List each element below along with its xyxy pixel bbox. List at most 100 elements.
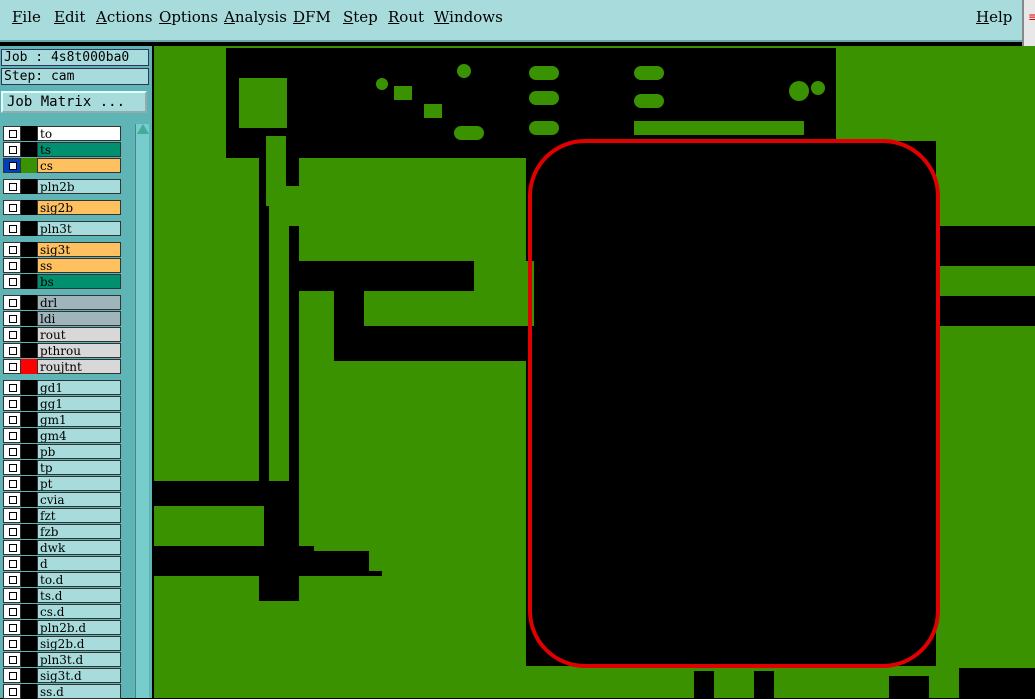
layer-name[interactable]: pln3t [37,221,121,236]
layer-checkbox[interactable] [3,412,21,427]
layer-checkbox[interactable] [3,311,21,326]
menu-rout[interactable]: Rout [388,8,424,26]
layer-name[interactable]: to [37,126,121,141]
layer-row[interactable]: to [3,126,121,141]
layer-checkbox[interactable] [3,343,21,358]
layer-checkbox[interactable] [3,668,21,683]
layer-row[interactable]: d [3,556,121,571]
layer-color-swatch[interactable] [21,274,37,289]
layer-row[interactable]: sig2b [3,200,121,215]
layer-name[interactable]: gm1 [37,412,121,427]
layer-row[interactable]: gm4 [3,428,121,443]
layer-row[interactable]: to.d [3,572,121,587]
layer-checkbox[interactable] [3,492,21,507]
menu-file[interactable]: File [12,8,41,26]
layer-name[interactable]: gg1 [37,396,121,411]
layer-color-swatch[interactable] [21,524,37,539]
layer-name[interactable]: fzb [37,524,121,539]
layer-color-swatch[interactable] [21,572,37,587]
layer-name[interactable]: ss.d [37,684,121,699]
layer-name[interactable]: gd1 [37,380,121,395]
layer-color-swatch[interactable] [21,327,37,342]
layer-checkbox[interactable] [3,327,21,342]
layer-color-swatch[interactable] [21,540,37,555]
layer-color-swatch[interactable] [21,508,37,523]
layer-checkbox[interactable] [3,142,21,157]
layer-color-swatch[interactable] [21,295,37,310]
layer-name[interactable]: d [37,556,121,571]
layer-checkbox[interactable] [3,540,21,555]
layer-checkbox[interactable] [3,359,21,374]
layer-color-swatch[interactable] [21,444,37,459]
layer-name[interactable]: ss [37,258,121,273]
layer-checkbox[interactable] [3,295,21,310]
layer-name[interactable]: bs [37,274,121,289]
layer-color-swatch[interactable] [21,142,37,157]
layer-row[interactable]: drl [3,295,121,310]
layer-row[interactable]: ss [3,258,121,273]
layer-row[interactable]: pln2b.d [3,620,121,635]
layer-name[interactable]: ts.d [37,588,121,603]
layer-color-swatch[interactable] [21,126,37,141]
layer-checkbox[interactable] [3,428,21,443]
layer-name[interactable]: pt [37,476,121,491]
menu-edit[interactable]: Edit [54,8,85,26]
layer-name[interactable]: pln3t.d [37,652,121,667]
layer-color-swatch[interactable] [21,588,37,603]
layer-row[interactable]: cs [3,158,121,173]
layer-row[interactable]: gd1 [3,380,121,395]
layer-name[interactable]: ldi [37,311,121,326]
layer-checkbox[interactable] [3,242,21,257]
layer-name[interactable]: ts [37,142,121,157]
layer-color-swatch[interactable] [21,556,37,571]
layer-name[interactable]: pln2b [37,179,121,194]
layer-color-swatch[interactable] [21,620,37,635]
layer-checkbox[interactable] [3,556,21,571]
layer-color-swatch[interactable] [21,200,37,215]
menu-windows[interactable]: Windows [434,8,503,26]
layer-row[interactable]: fzt [3,508,121,523]
layer-name[interactable]: sig3t.d [37,668,121,683]
layer-row[interactable]: gm1 [3,412,121,427]
layer-checkbox[interactable] [3,396,21,411]
layer-row[interactable]: ldi [3,311,121,326]
layer-name[interactable]: pln2b.d [37,620,121,635]
layer-checkbox[interactable] [3,200,21,215]
layer-row[interactable]: dwk [3,540,121,555]
layer-row[interactable]: roujtnt [3,359,121,374]
layer-checkbox[interactable] [3,572,21,587]
layer-list-scrollbar[interactable] [135,124,149,698]
layer-row[interactable]: ts.d [3,588,121,603]
layer-color-swatch[interactable] [21,396,37,411]
layer-name[interactable]: sig3t [37,242,121,257]
layer-checkbox[interactable] [3,588,21,603]
layer-row[interactable]: pln3t.d [3,652,121,667]
layer-name[interactable]: gm4 [37,428,121,443]
layer-row[interactable]: sig3t [3,242,121,257]
menu-help[interactable]: Help [976,8,1012,26]
layer-checkbox[interactable] [3,636,21,651]
layer-name[interactable]: sig2b [37,200,121,215]
layer-row[interactable]: pb [3,444,121,459]
layer-checkbox[interactable] [3,508,21,523]
layer-checkbox[interactable] [3,684,21,699]
layer-name[interactable]: dwk [37,540,121,555]
layer-name[interactable]: cvia [37,492,121,507]
layer-row[interactable]: gg1 [3,396,121,411]
layer-checkbox[interactable] [3,179,21,194]
layer-row[interactable]: ss.d [3,684,121,699]
layer-checkbox[interactable] [3,460,21,475]
layer-checkbox[interactable] [3,444,21,459]
layer-row[interactable]: rout [3,327,121,342]
layer-row[interactable]: pln3t [3,221,121,236]
layer-row[interactable]: fzb [3,524,121,539]
layer-color-swatch[interactable] [21,221,37,236]
layer-row[interactable]: sig3t.d [3,668,121,683]
layer-checkbox[interactable] [3,476,21,491]
layer-color-swatch[interactable] [21,684,37,699]
layer-color-swatch[interactable] [21,412,37,427]
layer-color-swatch[interactable] [21,652,37,667]
layer-color-swatch[interactable] [21,380,37,395]
layer-name[interactable]: tp [37,460,121,475]
layer-name[interactable]: cs [37,158,121,173]
